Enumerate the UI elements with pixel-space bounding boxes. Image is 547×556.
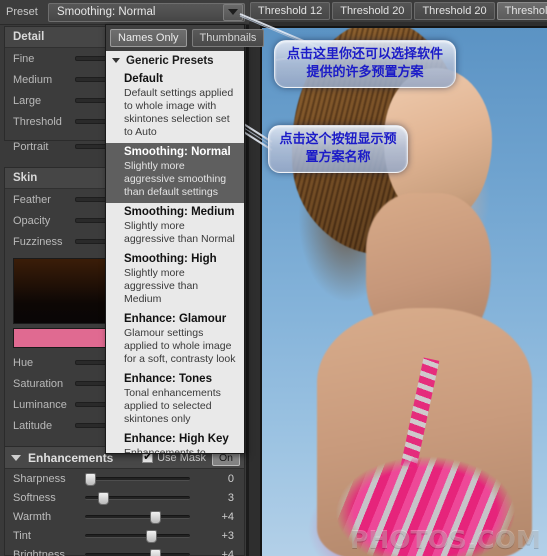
slider-row-tint[interactable]: Tint +3: [5, 526, 244, 545]
thumbnails-button[interactable]: Thumbnails: [191, 29, 265, 47]
slider-knob[interactable]: [150, 548, 162, 556]
preset-bar: Preset Smoothing: Normal: [0, 0, 249, 25]
slider-row-sharpness[interactable]: Sharpness 0: [5, 469, 244, 488]
preset-item-enhance-glamour[interactable]: Enhance: Glamour Glamour settings applie…: [106, 310, 244, 370]
slider-value: 3: [227, 491, 234, 504]
triangle-down-icon[interactable]: [112, 58, 120, 63]
param-label: Fine: [13, 52, 35, 65]
preset-item-enhance-tones[interactable]: Enhance: Tones Tonal enhancements applie…: [106, 370, 244, 430]
app-window: Preset Smoothing: Normal Detail Fine Med…: [0, 0, 547, 556]
param-label: Luminance: [13, 398, 67, 411]
callout-bubble-2: 点击这个按钮显示预置方案名称: [268, 125, 408, 173]
preset-dropdown-panel[interactable]: Names Only Thumbnails Generic Presets De…: [105, 24, 265, 454]
param-label: Portrait: [13, 140, 49, 153]
dropdown-mode-bar: Names Only Thumbnails: [106, 25, 265, 51]
preset-item-title: Smoothing: Normal: [124, 146, 231, 158]
slider-label: Warmth: [13, 510, 52, 523]
slider-value: +3: [221, 529, 234, 542]
slider-value: 0: [227, 472, 234, 485]
param-label: Opacity: [13, 214, 51, 227]
preset-item-title: Enhance: Tones: [124, 373, 212, 385]
param-label: Latitude: [13, 419, 53, 432]
slider-label: Softness: [13, 491, 56, 504]
slider-knob[interactable]: [145, 529, 157, 543]
preset-item-desc: Default settings applied to whole image …: [124, 87, 234, 138]
param-label: Hue: [13, 356, 34, 369]
names-only-button[interactable]: Names Only: [110, 29, 187, 47]
preset-selected-value: Smoothing: Normal: [57, 6, 156, 18]
slider-label: Brightness: [13, 548, 65, 556]
tab-threshold-20-b[interactable]: Threshold 20: [414, 2, 495, 20]
param-label: Feather: [13, 193, 51, 206]
slider-label: Sharpness: [13, 472, 66, 485]
preset-item-title: Enhance: Glamour: [124, 313, 227, 325]
threshold-tab-bar: Threshold 12 Threshold 20 Threshold 20 T…: [249, 0, 547, 22]
preset-item-desc: Enhancements to achieve a typical high k…: [124, 447, 206, 453]
slider-track[interactable]: [85, 529, 190, 543]
slider-value: +4: [221, 548, 234, 556]
slider-label: Tint: [13, 529, 31, 542]
slider-track[interactable]: [85, 510, 190, 524]
preset-item-smoothing-medium[interactable]: Smoothing: Medium Slightly more aggressi…: [106, 203, 244, 250]
param-label: Threshold: [13, 115, 62, 128]
preset-item-desc: Slightly more aggressive than Medium: [124, 267, 199, 305]
preset-item-title: Smoothing: Medium: [124, 206, 235, 218]
chevron-down-icon[interactable]: [223, 3, 243, 21]
dropdown-group-header[interactable]: Generic Presets: [106, 51, 244, 70]
chevron-down-glyph: [228, 9, 238, 15]
dropdown-group-label: Generic Presets: [126, 54, 214, 67]
enhancements-section: Enhancements Use Mask On Sharpness 0 Sof…: [4, 446, 245, 556]
preset-item-desc: Slightly more aggressive than Normal: [124, 220, 235, 245]
preset-item-smoothing-high[interactable]: Smoothing: High Slightly more aggressive…: [106, 250, 244, 310]
photo-watermark: PHOTOS.COM: [350, 525, 541, 554]
slider-track[interactable]: [85, 491, 190, 505]
param-label: Medium: [13, 73, 53, 86]
slider-row-brightness[interactable]: Brightness +4: [5, 545, 244, 556]
tab-threshold-active[interactable]: Threshold: [496, 2, 547, 20]
triangle-down-icon[interactable]: [11, 454, 21, 461]
preset-combobox[interactable]: Smoothing: Normal: [48, 2, 245, 22]
preset-item-desc: Tonal enhancements applied to selected s…: [124, 387, 221, 425]
preset-item-enhance-high-key[interactable]: Enhance: High Key Enhancements to achiev…: [106, 430, 244, 453]
param-label: Saturation: [13, 377, 64, 390]
photo-image: PHOTOS.COM: [262, 28, 547, 556]
slider-value: +4: [221, 510, 234, 523]
preset-item-default[interactable]: Default Default settings applied to whol…: [106, 70, 244, 143]
preset-item-desc: Glamour settings applied to whole image …: [124, 327, 236, 365]
slider-row-warmth[interactable]: Warmth +4: [5, 507, 244, 526]
slider-track[interactable]: [85, 472, 190, 486]
slider-knob[interactable]: [85, 472, 96, 486]
dropdown-preset-list[interactable]: Generic Presets Default Default settings…: [106, 51, 244, 453]
param-label: Fuzziness: [13, 235, 63, 248]
param-label: Large: [13, 94, 42, 107]
preset-item-smoothing-normal[interactable]: Smoothing: Normal Slightly more aggressi…: [106, 143, 244, 203]
slider-knob[interactable]: [97, 491, 109, 505]
slider-track[interactable]: [85, 548, 190, 556]
tab-threshold-20-a[interactable]: Threshold 20: [332, 2, 413, 20]
preset-item-title: Enhance: High Key: [124, 433, 229, 445]
preset-item-title: Smoothing: High: [124, 253, 217, 265]
preset-item-title: Default: [124, 73, 163, 85]
slider-row-softness[interactable]: Softness 3: [5, 488, 244, 507]
slider-knob[interactable]: [150, 510, 162, 524]
preset-item-desc: Slightly more aggressive smoothing than …: [124, 160, 227, 198]
photo-canvas[interactable]: PHOTOS.COM: [260, 26, 547, 556]
tab-threshold-12[interactable]: Threshold 12: [250, 2, 331, 20]
preset-label: Preset: [6, 6, 38, 18]
callout-bubble-1: 点击这里你还可以选择软件提供的许多预置方案: [274, 40, 456, 88]
